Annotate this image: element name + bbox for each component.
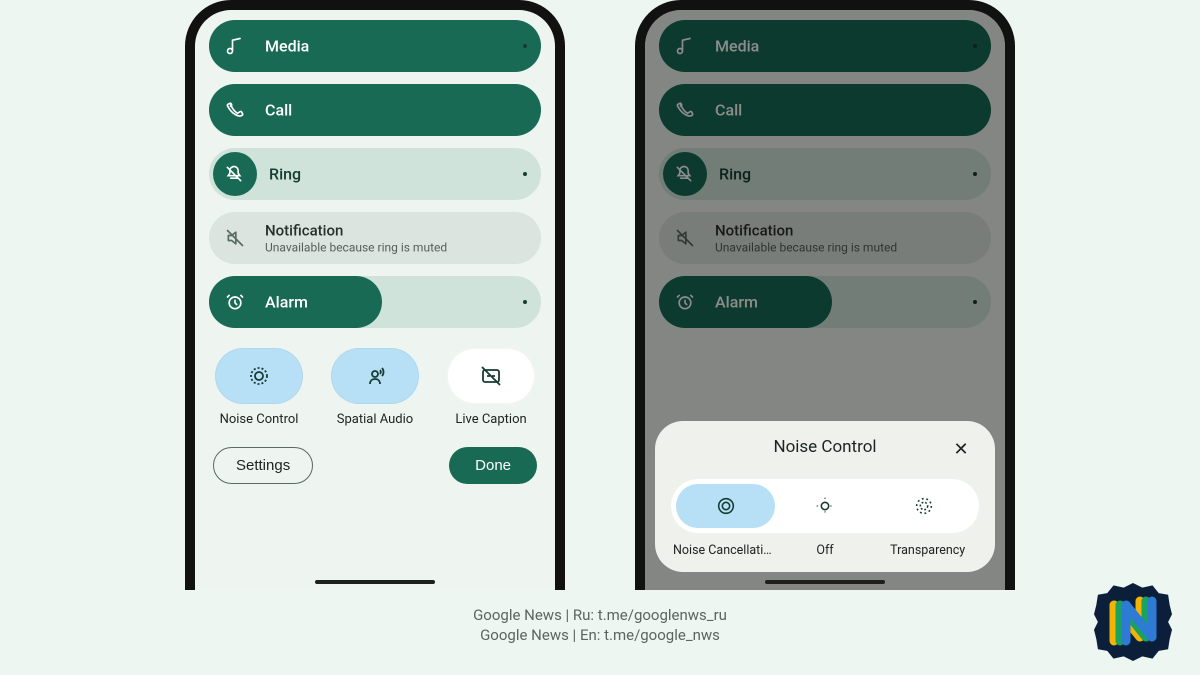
bell-off-icon (224, 164, 244, 184)
volume-fill-media (209, 20, 541, 72)
volume-row-ring[interactable]: Ring (209, 148, 541, 200)
done-button[interactable]: Done (449, 447, 537, 484)
phone-left: Media Call (185, 0, 565, 590)
option-noise-cancellation[interactable] (676, 484, 775, 528)
slider-handle-dot[interactable] (523, 172, 527, 176)
sheet-title: Noise Control (773, 437, 876, 457)
volume-row-call[interactable]: Call (209, 84, 541, 136)
home-indicator[interactable] (765, 580, 885, 584)
volume-off-icon (225, 228, 245, 248)
volume-label: Ring (269, 165, 301, 184)
volume-label: Alarm (265, 293, 308, 312)
source-logo-badge (1094, 583, 1172, 661)
attribution-text: Google News | Ru: t.me/googlenws_ru Goog… (473, 605, 727, 646)
chip-live-caption[interactable] (447, 348, 535, 404)
music-note-icon (225, 36, 245, 56)
chip-noise-control[interactable] (215, 348, 303, 404)
chip-spatial-audio[interactable] (331, 348, 419, 404)
phone-right: Media Call (635, 0, 1015, 590)
volume-row-media[interactable]: Media (209, 20, 541, 72)
slider-handle-dot[interactable] (523, 300, 527, 304)
home-indicator[interactable] (315, 580, 435, 584)
option-off[interactable] (775, 484, 874, 528)
volume-fill-call (209, 84, 541, 136)
option-label: Noise Cancellati… (671, 543, 774, 558)
volume-sublabel: Unavailable because ring is muted (265, 241, 447, 255)
volume-label: Call (265, 101, 292, 120)
alarm-icon (225, 292, 245, 312)
close-icon: ✕ (953, 439, 968, 459)
option-label: Off (774, 543, 877, 558)
volume-label: Media (265, 37, 309, 56)
noise-control-segmented (671, 479, 979, 533)
option-label: Transparency (876, 543, 979, 558)
phone-icon (225, 100, 245, 120)
option-transparency[interactable] (875, 484, 974, 528)
chip-label: Live Caption (455, 412, 526, 427)
slider-handle-dot[interactable] (523, 44, 527, 48)
close-button[interactable]: ✕ (947, 435, 975, 463)
chip-label: Noise Control (220, 412, 299, 427)
noise-control-sheet: Noise Control ✕ (655, 421, 995, 572)
chip-label: Spatial Audio (337, 412, 413, 427)
volume-row-alarm[interactable]: Alarm (209, 276, 541, 328)
volume-row-notification: Notification Unavailable because ring is… (209, 212, 541, 264)
settings-button[interactable]: Settings (213, 447, 313, 484)
volume-label: Notification (265, 222, 447, 240)
